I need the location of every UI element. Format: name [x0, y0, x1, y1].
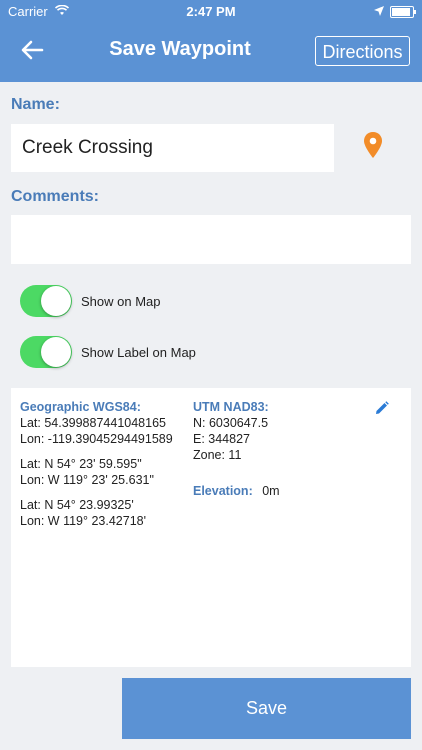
map-pin-icon[interactable]: [363, 131, 383, 161]
coordinates-card: Geographic WGS84: Lat: 54.39988744104816…: [11, 388, 411, 667]
utm-column: UTM NAD83: N: 6030647.5 E: 344827 Zone: …: [193, 399, 280, 499]
comments-label: Comments:: [11, 188, 100, 205]
utm-northing: N: 6030647.5: [193, 416, 269, 430]
lat-dm: Lat: N 54° 23.99325': [20, 498, 134, 512]
show-on-map-label: Show on Map: [81, 293, 161, 309]
lon-dms: Lon: W 119° 23' 25.631": [20, 473, 154, 487]
geographic-title: Geographic WGS84:: [20, 400, 141, 414]
utm-easting: E: 344827: [193, 432, 250, 446]
show-on-map-row: Show on Map: [20, 285, 161, 317]
lon-dm: Lon: W 119° 23.42718': [20, 514, 146, 528]
elevation-value: 0m: [262, 484, 280, 498]
edit-pencil-icon[interactable]: [375, 401, 389, 415]
utm-title: UTM NAD83:: [193, 400, 269, 414]
battery-icon: [390, 5, 416, 18]
geographic-column: Geographic WGS84: Lat: 54.39988744104816…: [20, 399, 173, 529]
lat-dms: Lat: N 54° 23' 59.595": [20, 457, 142, 471]
save-button[interactable]: Save: [122, 678, 411, 739]
name-label: Name:: [11, 96, 60, 113]
clock-time: 2:47 PM: [186, 4, 236, 19]
nav-header: Carrier 2:47 PM Save Waypoint Directions: [0, 0, 422, 82]
status-right: [374, 4, 416, 19]
show-on-map-toggle[interactable]: [20, 285, 72, 317]
lon-decimal: Lon: -119.39045294491589: [20, 432, 173, 446]
name-field[interactable]: Creek Crossing: [11, 124, 334, 172]
page-title: Save Waypoint: [109, 38, 251, 60]
utm-zone: Zone: 11: [193, 448, 242, 462]
show-label-toggle[interactable]: [20, 336, 72, 368]
elevation-label: Elevation:: [193, 484, 253, 498]
show-label-row: Show Label on Map: [20, 336, 196, 368]
status-bar: Carrier 2:47 PM: [0, 0, 422, 22]
show-label-label: Show Label on Map: [81, 344, 196, 360]
elevation-row: Elevation: 0m: [193, 483, 280, 499]
lat-decimal: Lat: 54.399887441048165: [20, 416, 166, 430]
location-arrow-icon: [374, 4, 384, 19]
comments-field[interactable]: [11, 215, 411, 264]
directions-button[interactable]: Directions: [315, 36, 410, 66]
